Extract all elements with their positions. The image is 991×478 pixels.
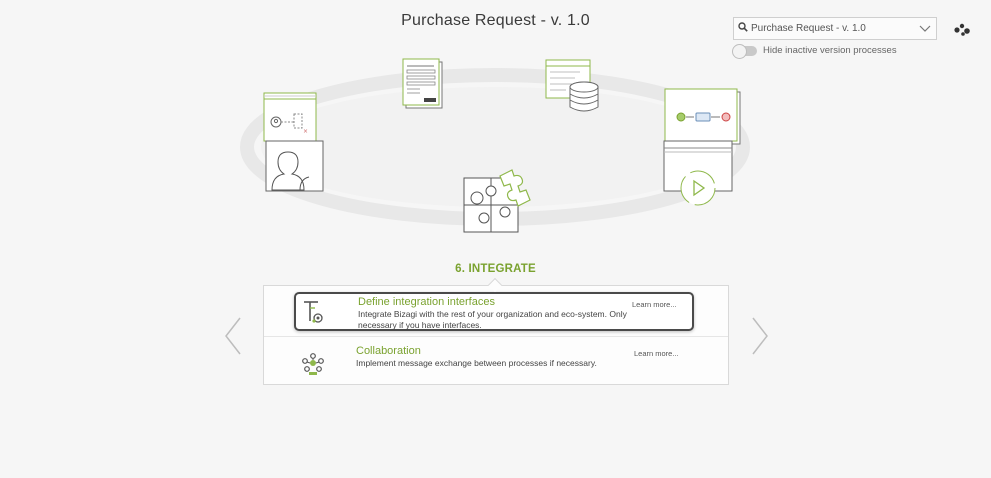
execution-icon[interactable] — [663, 88, 741, 206]
stage-title: 6. INTEGRATE — [455, 263, 536, 275]
next-stage-button[interactable] — [751, 316, 769, 356]
learn-more-link[interactable]: Learn more... — [634, 343, 694, 382]
step-title: Define integration interfaces — [358, 296, 495, 308]
stage-steps-panel: Define integration interfaces Integrate … — [263, 285, 729, 385]
divider — [264, 336, 728, 337]
forms-icon[interactable] — [402, 58, 443, 109]
step-collaboration[interactable]: Collaboration Implement message exchange… — [294, 343, 694, 382]
chevron-left-icon — [225, 317, 241, 355]
svg-text:×: × — [303, 128, 308, 135]
integration-interfaces-icon — [296, 294, 334, 329]
step-description: Implement message exchange between proce… — [356, 358, 597, 368]
process-wheel: × — [240, 58, 750, 233]
learn-more-link[interactable]: Learn more... — [632, 294, 692, 329]
chevron-right-icon — [752, 317, 768, 355]
step-title: Collaboration — [356, 345, 421, 357]
collaboration-icon — [294, 343, 332, 382]
model-process-icon[interactable]: × — [263, 92, 324, 192]
step-description: Integrate Bizagi with the rest of your o… — [358, 309, 627, 330]
previous-stage-button[interactable] — [224, 316, 242, 356]
step-define-integration-interfaces[interactable]: Define integration interfaces Integrate … — [294, 292, 694, 331]
